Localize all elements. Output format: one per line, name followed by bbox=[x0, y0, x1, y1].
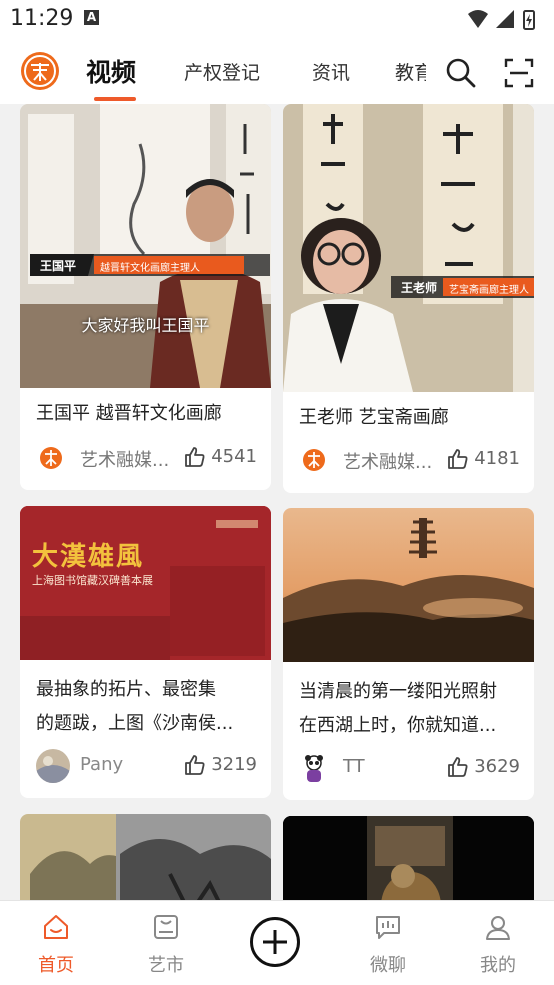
nav-market-label: 艺市 bbox=[148, 955, 184, 976]
card-title-line1: 最抽象的拓片、最密集 bbox=[36, 679, 216, 700]
avatar[interactable] bbox=[36, 749, 70, 783]
like-count: 3219 bbox=[211, 754, 257, 775]
overlay-name: 王老师 bbox=[401, 281, 438, 295]
author-name[interactable]: TT bbox=[343, 756, 365, 777]
overlay-role: 越晋轩文化画廊主理人 bbox=[100, 263, 200, 274]
card-title-line2: 的题跋，上图《沙南侯... bbox=[36, 713, 234, 734]
notification-icon: A bbox=[84, 10, 99, 25]
banner-subtitle: 上海图书馆藏汉碑善本展 bbox=[32, 574, 153, 587]
video-thumbnail: 大漢雄風 上海图书馆藏汉碑善本展 bbox=[20, 506, 271, 660]
nav-profile-label: 我的 bbox=[480, 955, 516, 976]
search-icon[interactable] bbox=[444, 56, 478, 90]
plus-icon bbox=[263, 930, 287, 954]
author-name[interactable]: Pany bbox=[80, 754, 123, 775]
card-title-line1: 当清晨的第一缕阳光照射 bbox=[299, 681, 497, 702]
status-icons bbox=[468, 10, 535, 30]
thumbs-up-icon[interactable] bbox=[446, 447, 470, 471]
like-count: 4541 bbox=[211, 446, 257, 467]
app-logo[interactable] bbox=[21, 52, 59, 90]
nav-profile[interactable]: 我的 bbox=[458, 901, 538, 985]
tab-copyright[interactable]: 产权登记 bbox=[184, 58, 260, 85]
home-icon bbox=[44, 915, 68, 939]
card-meta: 艺术融媒... 4541 bbox=[36, 444, 257, 474]
publish-button[interactable] bbox=[250, 917, 300, 967]
bottom-navigation: 首页 艺市 微聊 我的 bbox=[0, 900, 554, 985]
banner-title: 大漢雄風 bbox=[32, 542, 145, 572]
tab-video[interactable]: 视频 bbox=[86, 53, 136, 89]
overlay-name: 王国平 bbox=[40, 259, 77, 273]
nav-market[interactable]: 艺市 bbox=[126, 901, 206, 985]
nav-home[interactable]: 首页 bbox=[16, 901, 96, 985]
video-thumbnail bbox=[283, 508, 534, 662]
tab-news[interactable]: 资讯 bbox=[312, 58, 350, 85]
market-icon bbox=[154, 915, 178, 939]
card-meta: Pany 3219 bbox=[36, 749, 257, 783]
thumbs-up-icon[interactable] bbox=[446, 755, 470, 779]
author-name[interactable]: 艺术融媒... bbox=[80, 446, 169, 472]
scan-icon[interactable] bbox=[502, 56, 536, 90]
video-card[interactable]: 大漢雄風 上海图书馆藏汉碑善本展 最抽象的拓片、最密集 的题跋，上图《沙南侯..… bbox=[20, 506, 271, 798]
card-title: 王国平 越晋轩文化画廊 bbox=[36, 403, 222, 424]
author-name[interactable]: 艺术融媒... bbox=[343, 448, 432, 474]
like-count: 4181 bbox=[474, 448, 520, 469]
video-subtitle: 大家好我叫王国平 bbox=[81, 316, 210, 335]
card-meta: 艺术融媒... 4181 bbox=[299, 446, 520, 476]
active-tab-indicator bbox=[94, 97, 136, 101]
nav-chat[interactable]: 微聊 bbox=[348, 901, 428, 985]
chat-icon bbox=[376, 916, 400, 939]
video-thumbnail: 王老师 艺宝斋画廊主理人 bbox=[283, 104, 534, 392]
status-bar: 11:29 A bbox=[0, 0, 554, 40]
category-tabs: 视频 产权登记 资讯 教育 bbox=[86, 40, 426, 104]
video-card[interactable]: 当清晨的第一缕阳光照射 在西湖上时，你就知道... TT 3629 bbox=[283, 508, 534, 800]
nav-chat-label: 微聊 bbox=[370, 955, 406, 976]
thumbs-up-icon[interactable] bbox=[183, 753, 207, 777]
card-title-line2: 在西湖上时，你就知道... bbox=[299, 715, 497, 736]
profile-icon bbox=[486, 916, 510, 940]
status-time: 11:29 bbox=[10, 6, 74, 31]
tab-education[interactable]: 教育 bbox=[395, 58, 426, 85]
avatar[interactable] bbox=[299, 446, 329, 476]
avatar[interactable] bbox=[299, 754, 329, 784]
video-thumbnail: 王国平 越晋轩文化画廊主理人 大家好我叫王国平 bbox=[20, 104, 271, 388]
card-title: 王老师 艺宝斋画廊 bbox=[299, 407, 449, 428]
card-meta: TT 3629 bbox=[299, 754, 520, 784]
overlay-role: 艺宝斋画廊主理人 bbox=[449, 285, 529, 296]
thumbs-up-icon[interactable] bbox=[183, 445, 207, 469]
top-header: 视频 产权登记 资讯 教育 bbox=[0, 40, 554, 104]
avatar[interactable] bbox=[36, 444, 66, 474]
nav-home-label: 首页 bbox=[38, 955, 74, 976]
video-card[interactable]: 王老师 艺宝斋画廊主理人 王老师 艺宝斋画廊 艺术融媒... 4181 bbox=[283, 104, 534, 493]
video-card[interactable]: 王国平 越晋轩文化画廊主理人 大家好我叫王国平 王国平 越晋轩文化画廊 艺术融媒… bbox=[20, 104, 271, 490]
like-count: 3629 bbox=[474, 756, 520, 777]
